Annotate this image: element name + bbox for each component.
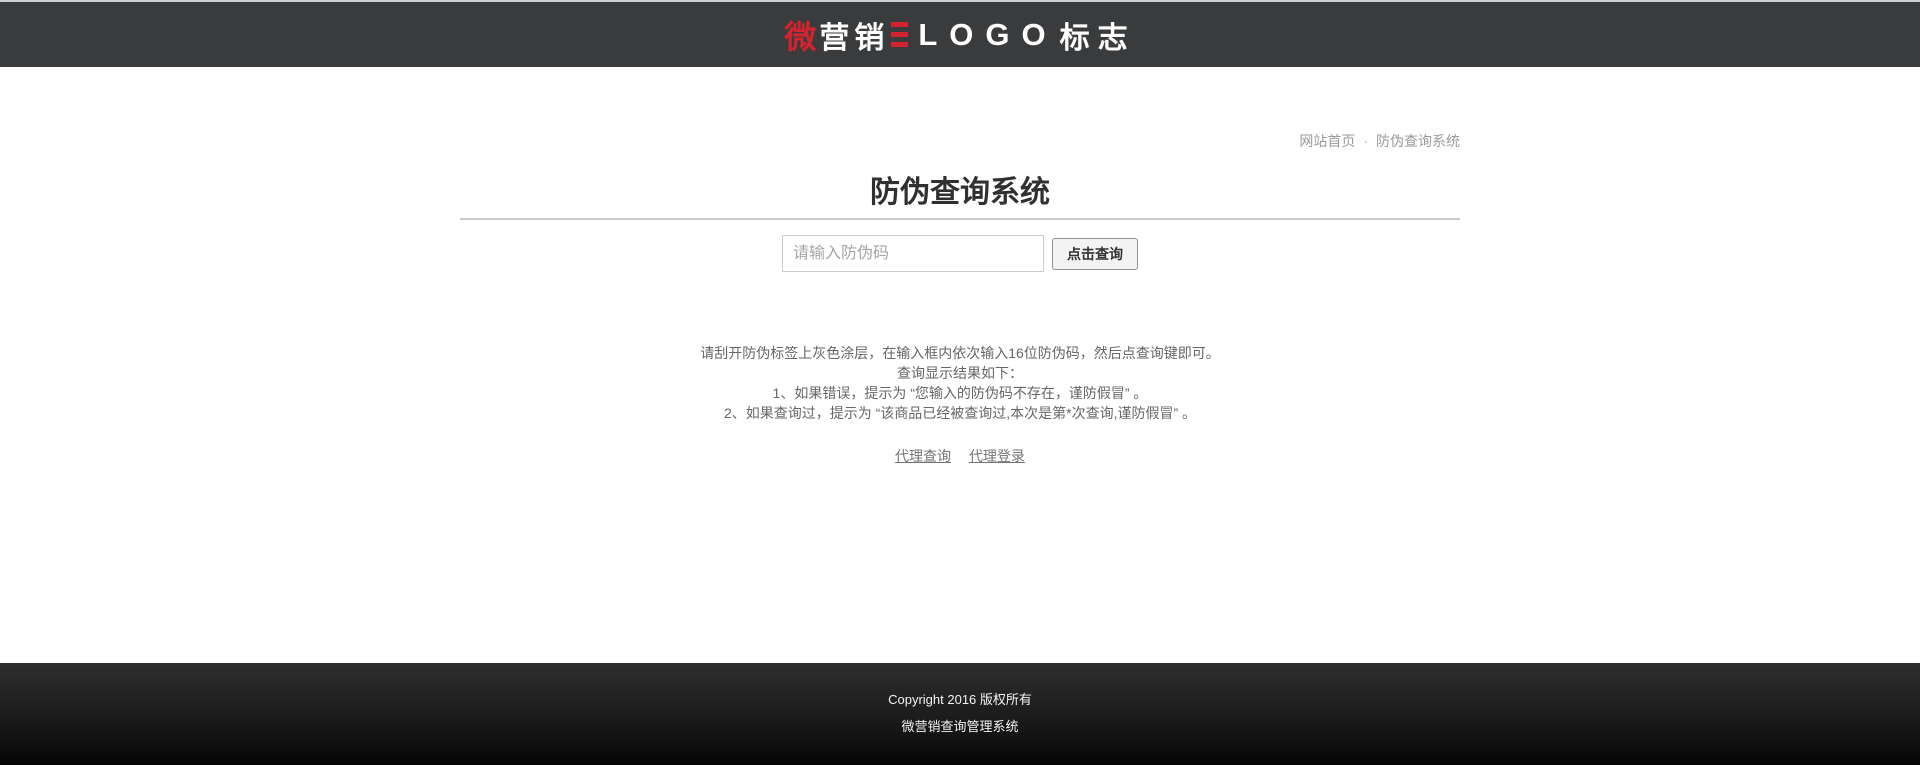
logo-suffix-text: 标志	[1060, 13, 1136, 57]
site-header: 微 营销 LOGO 标志	[0, 2, 1920, 67]
instructions: 请刮开防伪标签上灰色涂层，在输入框内依次输入16位防伪码，然后点查询键即可。 查…	[460, 343, 1460, 423]
footer-copyright: Copyright 2016 版权所有	[0, 663, 1920, 708]
breadcrumb: 网站首页 · 防伪查询系统	[460, 67, 1460, 151]
security-code-input[interactable]	[782, 235, 1044, 272]
instruction-line: 请刮开防伪标签上灰色涂层，在输入框内依次输入16位防伪码，然后点查询键即可。	[460, 343, 1460, 363]
breadcrumb-home-link[interactable]: 网站首页	[1299, 133, 1355, 149]
three-bars-icon	[891, 20, 908, 50]
content-container: 网站首页 · 防伪查询系统 防伪查询系统 点击查询 请刮开防伪标签上灰色涂层，在输入…	[460, 67, 1460, 466]
query-form: 点击查询	[460, 235, 1460, 272]
page: 微 营销 LOGO 标志 网站首页 · 防伪查询系统 防伪查询系统 点击查询 请刮开…	[0, 0, 1920, 765]
agent-query-link[interactable]: 代理查询	[895, 448, 951, 464]
instruction-line: 1、如果错误，提示为 “您输入的防伪码不存在，谨防假冒” 。	[460, 383, 1460, 403]
instruction-line: 2、如果查询过，提示为 “该商品已经被查询过,本次是第*次查询,谨防假冒” 。	[460, 403, 1460, 423]
breadcrumb-separator: ·	[1363, 133, 1368, 149]
footer-system-name: 微营销查询管理系统	[0, 719, 1920, 735]
logo-word: LOGO	[918, 17, 1057, 53]
page-title: 防伪查询系统	[460, 176, 1460, 210]
agent-login-link[interactable]: 代理登录	[969, 448, 1025, 464]
breadcrumb-current: 防伪查询系统	[1376, 133, 1460, 149]
query-button[interactable]: 点击查询	[1052, 238, 1138, 270]
logo-brand-text: 营销	[819, 13, 889, 57]
site-footer: Copyright 2016 版权所有 微营销查询管理系统	[0, 663, 1920, 765]
agent-links: 代理查询 代理登录	[460, 446, 1460, 466]
instruction-line: 查询显示结果如下：	[460, 363, 1460, 383]
title-divider	[460, 218, 1460, 220]
main-content: 网站首页 · 防伪查询系统 防伪查询系统 点击查询 请刮开防伪标签上灰色涂层，在输入…	[0, 67, 1920, 663]
site-logo[interactable]: 微 营销 LOGO 标志	[784, 12, 1135, 58]
logo-prefix-char: 微	[784, 12, 817, 58]
